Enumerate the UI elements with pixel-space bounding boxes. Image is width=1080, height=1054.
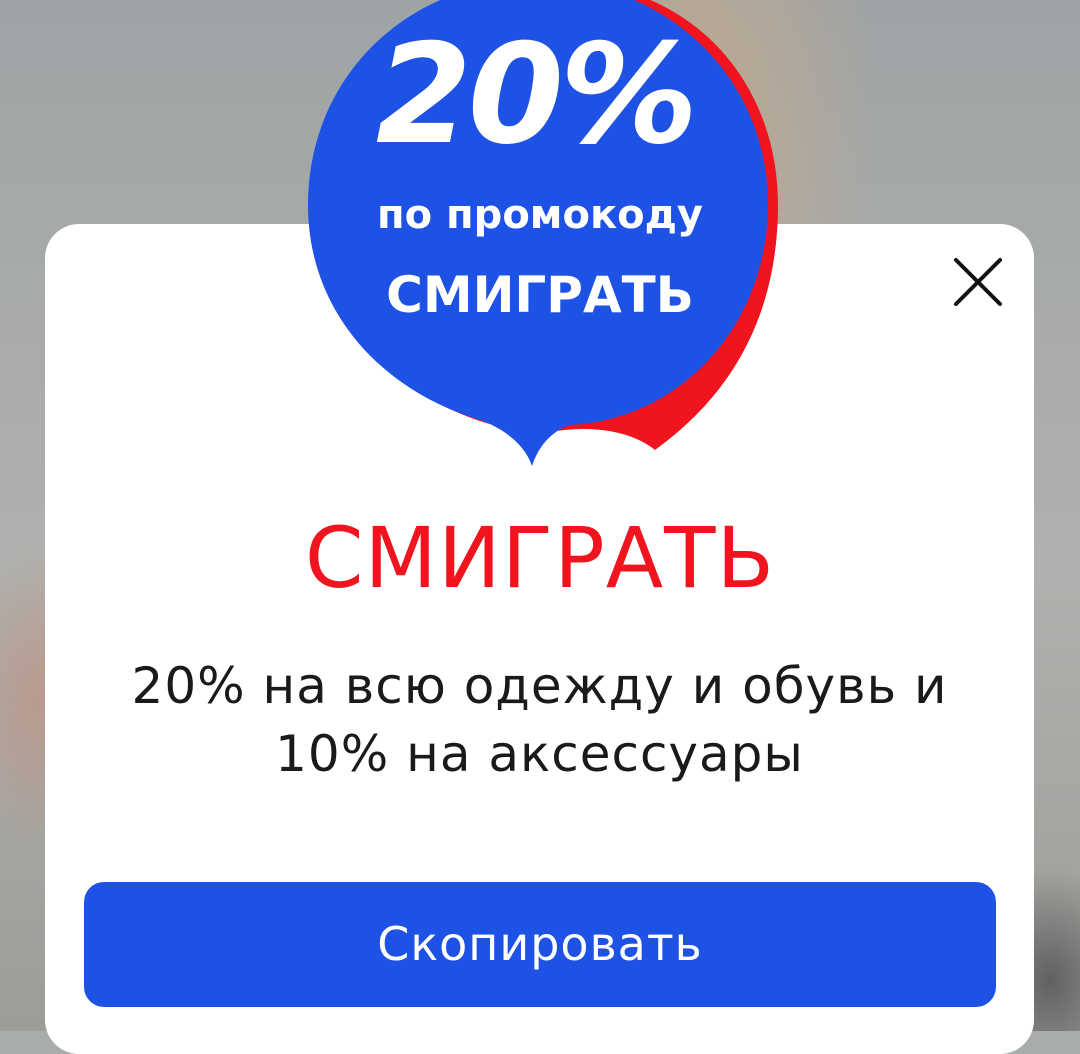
badge-discount: 20% xyxy=(375,14,698,175)
promo-code-title: СМИГРАТЬ xyxy=(304,509,776,607)
promo-description: 20% на всю одежду и обувь и 10% на аксес… xyxy=(45,652,1034,788)
badge-promo-code: СМИГРАТЬ xyxy=(386,266,694,324)
close-icon xyxy=(954,258,1002,306)
close-button[interactable] xyxy=(946,250,1010,314)
promo-badge: 20% по промокоду СМИГРАТЬ xyxy=(300,0,790,480)
promo-description-line-1: 20% на всю одежду и обувь и xyxy=(131,657,948,715)
badge-subtitle: по промокоду xyxy=(377,192,703,238)
copy-button[interactable]: Скопировать xyxy=(84,882,996,1007)
promo-description-line-2: 10% на аксессуары xyxy=(275,725,804,783)
